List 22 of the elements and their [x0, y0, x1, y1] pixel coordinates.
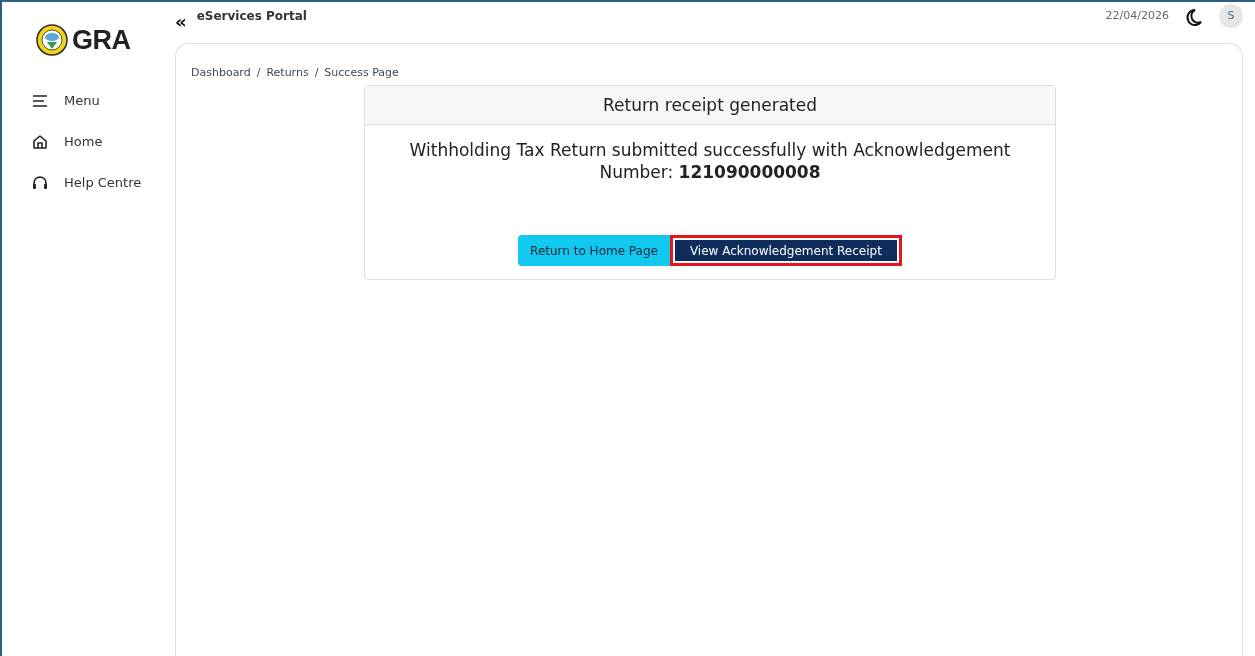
view-receipt-button[interactable]: View Acknowledgement Receipt — [669, 235, 902, 267]
breadcrumb-link[interactable]: Success Page — [324, 66, 399, 79]
sidebar-item[interactable]: Home — [32, 121, 162, 162]
emblem-icon — [36, 24, 68, 56]
card-title: Return receipt generated — [602, 95, 818, 115]
logo-text: GRA — [72, 24, 131, 56]
breadcrumb-separator: / — [256, 66, 261, 79]
collapse-icon[interactable]: « — [175, 11, 187, 32]
breadcrumb-separator: / — [314, 66, 319, 79]
home-page-button[interactable]: Return to Home Page — [518, 235, 670, 267]
home-icon — [32, 133, 48, 150]
breadcrumb-link[interactable]: Dashboard — [191, 66, 251, 79]
moon-icon[interactable] — [1183, 6, 1203, 27]
portal-title: eServices Portal — [196, 8, 307, 23]
success-message: Withholding Tax Return submitted successfully with Acknowledgement Number: 121090000008 — [408, 139, 1012, 184]
menu-icon — [32, 93, 48, 108]
date-text: 22/04/2026 — [1105, 9, 1169, 22]
sidebar-item[interactable]: Help Centre — [32, 162, 162, 203]
breadcrumb-link[interactable]: Returns — [266, 66, 309, 79]
headset-icon — [32, 174, 48, 191]
avatar[interactable]: S — [1219, 3, 1243, 28]
sidebar-item[interactable]: Menu — [32, 80, 162, 121]
